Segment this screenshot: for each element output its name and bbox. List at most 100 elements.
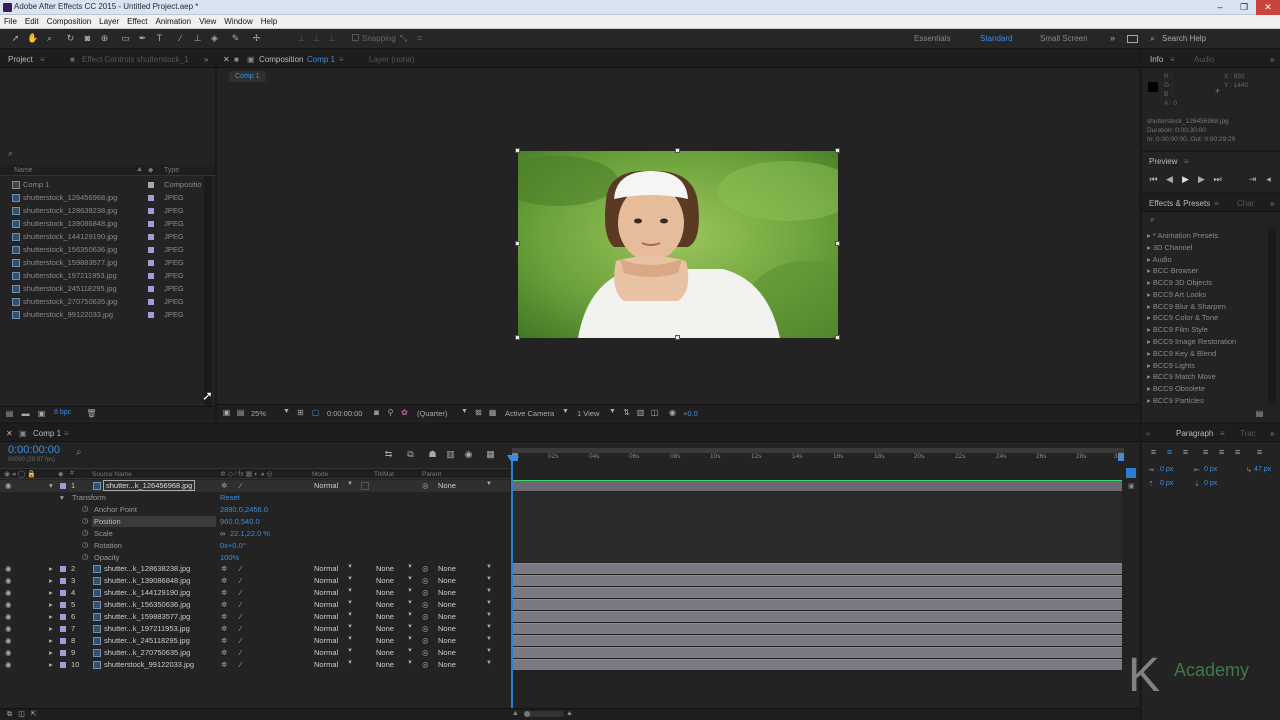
- tab-effect-controls[interactable]: Effect Controls shutterstock_1: [82, 55, 189, 64]
- effect-category[interactable]: ▸ BCC9 3D Objects: [1147, 278, 1212, 287]
- effect-category[interactable]: ▸ BCC9 Key & Blend: [1147, 349, 1216, 358]
- justify-center-icon[interactable]: ≡: [1216, 447, 1227, 458]
- list-item[interactable]: shutterstock_128638238.jpg: [12, 206, 117, 219]
- blend-mode-dropdown[interactable]: Normal: [314, 612, 338, 621]
- blend-mode-dropdown[interactable]: Normal: [314, 588, 338, 597]
- timeline-timecode[interactable]: 0:00:00:00: [8, 444, 60, 456]
- justify-all-icon[interactable]: ≡: [1254, 447, 1265, 458]
- property-value[interactable]: 100%: [220, 553, 239, 562]
- layer-name[interactable]: shutter...k_139086848.jpg: [104, 576, 190, 585]
- transform-handle[interactable]: [515, 241, 520, 246]
- property-row[interactable]: ◷ Position 960.0,540.0: [0, 516, 510, 528]
- exposure-value[interactable]: +0.0: [683, 409, 698, 418]
- label-column-icon[interactable]: ◆: [148, 166, 153, 174]
- layer-duration-bar[interactable]: [512, 575, 1122, 586]
- effect-category[interactable]: ▸ BCC9 Blur & Sharpen: [1147, 302, 1226, 311]
- eraser-tool-icon[interactable]: ◈: [209, 33, 220, 44]
- rectangle-tool-icon[interactable]: ▭: [120, 33, 131, 44]
- blend-mode-arrow-icon[interactable]: ▼: [347, 624, 353, 630]
- motion-blur-icon[interactable]: ◫: [649, 407, 660, 418]
- shy-switch-icon[interactable]: ✲: [221, 624, 227, 633]
- expand-twirl-icon[interactable]: ▾: [49, 481, 53, 490]
- parent-arrow-icon[interactable]: ▼: [486, 564, 492, 570]
- effect-category[interactable]: ▸ BCC9 Film Style: [1147, 325, 1208, 334]
- effect-category[interactable]: ▸ * Animation Presets: [1147, 231, 1218, 240]
- property-value[interactable]: 960.0,540.0: [220, 517, 260, 526]
- layer-duration-bar[interactable]: [512, 623, 1122, 634]
- tab-layer[interactable]: Layer (none): [369, 55, 414, 64]
- trkmat-arrow-icon[interactable]: ▼: [407, 564, 413, 570]
- layer-switches-icon[interactable]: ⧉: [4, 709, 15, 720]
- zoom-in-icon[interactable]: ▲: [566, 710, 573, 717]
- project-menu-icon[interactable]: ≡: [40, 55, 45, 64]
- parent-arrow-icon[interactable]: ▼: [486, 660, 492, 666]
- trkmat-arrow-icon[interactable]: ▼: [407, 588, 413, 594]
- zoom-tool-icon[interactable]: ⌕: [44, 33, 55, 44]
- trkmat-dropdown[interactable]: None: [376, 660, 394, 669]
- parent-dropdown[interactable]: None: [438, 576, 456, 585]
- frame-blending-icon[interactable]: ▥: [445, 449, 456, 460]
- list-item[interactable]: shutterstock_139086848.jpg: [12, 219, 117, 232]
- blend-mode-dropdown[interactable]: Normal: [314, 576, 338, 585]
- layer-duration-bar[interactable]: [512, 599, 1122, 610]
- effect-category[interactable]: ▸ BCC9 Match Move: [1147, 372, 1216, 381]
- table-row[interactable]: ◉ ▾ 1 shutter...k_126456968.jpg ✲ ∕ Norm…: [0, 480, 510, 492]
- stopwatch-icon[interactable]: ◷: [82, 552, 89, 561]
- sync-icon[interactable]: [1127, 35, 1138, 43]
- table-row[interactable]: ◉ ▸ 5 shutter...k_156350636.jpg ✲ ∕ Normal ▼ Non…: [0, 599, 510, 611]
- fast-preview-icon[interactable]: ▤: [235, 407, 246, 418]
- tab-project[interactable]: Project: [8, 55, 33, 64]
- draft-3d-icon[interactable]: ▥: [635, 407, 646, 418]
- hide-shy-layers-icon[interactable]: ☗: [427, 449, 438, 460]
- channel-icon[interactable]: ✿: [399, 407, 410, 418]
- tab-timeline-comp[interactable]: Comp 1: [33, 429, 61, 438]
- parent-dropdown[interactable]: None: [438, 600, 456, 609]
- parent-arrow-icon[interactable]: ▼: [486, 648, 492, 654]
- camera-tool-icon[interactable]: ◙: [82, 33, 93, 44]
- info-menu-icon[interactable]: ≡: [1170, 55, 1175, 64]
- space-before-value[interactable]: 0 px: [1160, 480, 1173, 487]
- layer-label-color[interactable]: [60, 626, 66, 632]
- indent-right-value[interactable]: 0 px: [1204, 466, 1217, 473]
- layer-name[interactable]: shutter...k_128638238.jpg: [104, 564, 190, 573]
- project-search-icon[interactable]: ⌕: [8, 148, 13, 159]
- label-color[interactable]: [148, 234, 154, 241]
- comp-menu-icon[interactable]: ≡: [339, 55, 344, 64]
- parent-pickwhip-icon[interactable]: ◎: [422, 588, 429, 597]
- pixel-aspect-icon[interactable]: ⇅: [621, 407, 632, 418]
- property-row[interactable]: ◷ Scale ∞ 22.1,22.0 %: [0, 528, 510, 540]
- blend-mode-arrow-icon[interactable]: ▼: [347, 636, 353, 642]
- workspace-small-screen[interactable]: Small Screen: [1040, 34, 1088, 43]
- brush-tool-icon[interactable]: ∕: [175, 33, 186, 44]
- timeline-nav-icon[interactable]: ▣: [1128, 482, 1135, 490]
- quality-switch-icon[interactable]: ∕: [240, 624, 241, 633]
- selection-tool-icon[interactable]: ➚: [10, 33, 21, 44]
- visibility-eye-icon[interactable]: ◉: [5, 612, 12, 621]
- parent-pickwhip-icon[interactable]: ◎: [422, 624, 429, 633]
- menu-layer[interactable]: Layer: [95, 15, 123, 29]
- label-color[interactable]: [148, 182, 154, 189]
- visibility-eye-icon[interactable]: ◉: [5, 481, 12, 490]
- parent-pickwhip-icon[interactable]: ◎: [422, 612, 429, 621]
- snapshot-icon[interactable]: ◙: [371, 407, 382, 418]
- timeline-search-icon[interactable]: ⌕: [76, 447, 82, 458]
- parent-pickwhip-icon[interactable]: ◎: [422, 636, 429, 645]
- shy-switch-icon[interactable]: ✲: [221, 660, 227, 669]
- layer-name[interactable]: shutter...k_270750635.jpg: [104, 648, 190, 657]
- align-right-icon[interactable]: ≡: [1180, 447, 1191, 458]
- trkmat-arrow-icon[interactable]: ▼: [407, 624, 413, 630]
- transform-handle[interactable]: [835, 335, 840, 340]
- views-dropdown-arrow-icon[interactable]: ▼: [609, 408, 616, 415]
- transform-handle[interactable]: [835, 241, 840, 246]
- shy-switch-icon[interactable]: ✲: [221, 648, 227, 657]
- project-scrollbar[interactable]: [204, 176, 212, 406]
- always-preview-icon[interactable]: ▣: [221, 407, 232, 418]
- list-item[interactable]: shutterstock_126456968.jpg: [12, 193, 117, 206]
- paragraph-menu-icon[interactable]: ≡: [1220, 429, 1225, 438]
- fast-previews-icon[interactable]: ⊠: [473, 407, 484, 418]
- effects-scrollbar[interactable]: [1268, 228, 1276, 404]
- parent-arrow-icon[interactable]: ▼: [486, 624, 492, 630]
- blend-mode-arrow-icon[interactable]: ▼: [347, 481, 353, 487]
- blend-mode-arrow-icon[interactable]: ▼: [347, 576, 353, 582]
- tab-comp-name[interactable]: Comp 1: [307, 55, 335, 64]
